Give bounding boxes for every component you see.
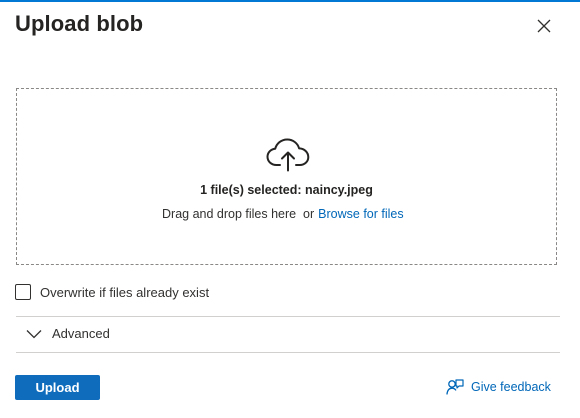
browse-files-link[interactable]: Browse for files	[318, 207, 403, 221]
close-icon	[537, 19, 551, 33]
drag-drop-text: Drag and drop files here or	[162, 207, 315, 221]
divider	[16, 316, 560, 317]
overwrite-checkbox[interactable]	[15, 284, 31, 300]
feedback-icon	[446, 379, 464, 395]
drag-drop-hint: Drag and drop files here or Browse for fi…	[162, 207, 404, 221]
overwrite-option[interactable]: Overwrite if files already exist	[15, 284, 209, 300]
give-feedback-link[interactable]: Give feedback	[446, 378, 551, 396]
chevron-down-icon	[26, 329, 42, 338]
upload-button[interactable]: Upload	[15, 375, 100, 400]
panel-title: Upload blob	[15, 11, 144, 36]
file-drop-zone[interactable]	[16, 88, 557, 265]
advanced-toggle[interactable]: Advanced	[26, 326, 110, 341]
divider	[16, 352, 560, 353]
feedback-label: Give feedback	[471, 380, 551, 394]
selected-files-text: 1 file(s) selected: naincy.jpeg	[200, 183, 373, 197]
close-button[interactable]	[531, 13, 557, 39]
cloud-upload-icon	[266, 138, 310, 172]
panel-top-accent	[0, 0, 580, 2]
advanced-label: Advanced	[52, 326, 110, 341]
overwrite-label: Overwrite if files already exist	[40, 284, 210, 300]
